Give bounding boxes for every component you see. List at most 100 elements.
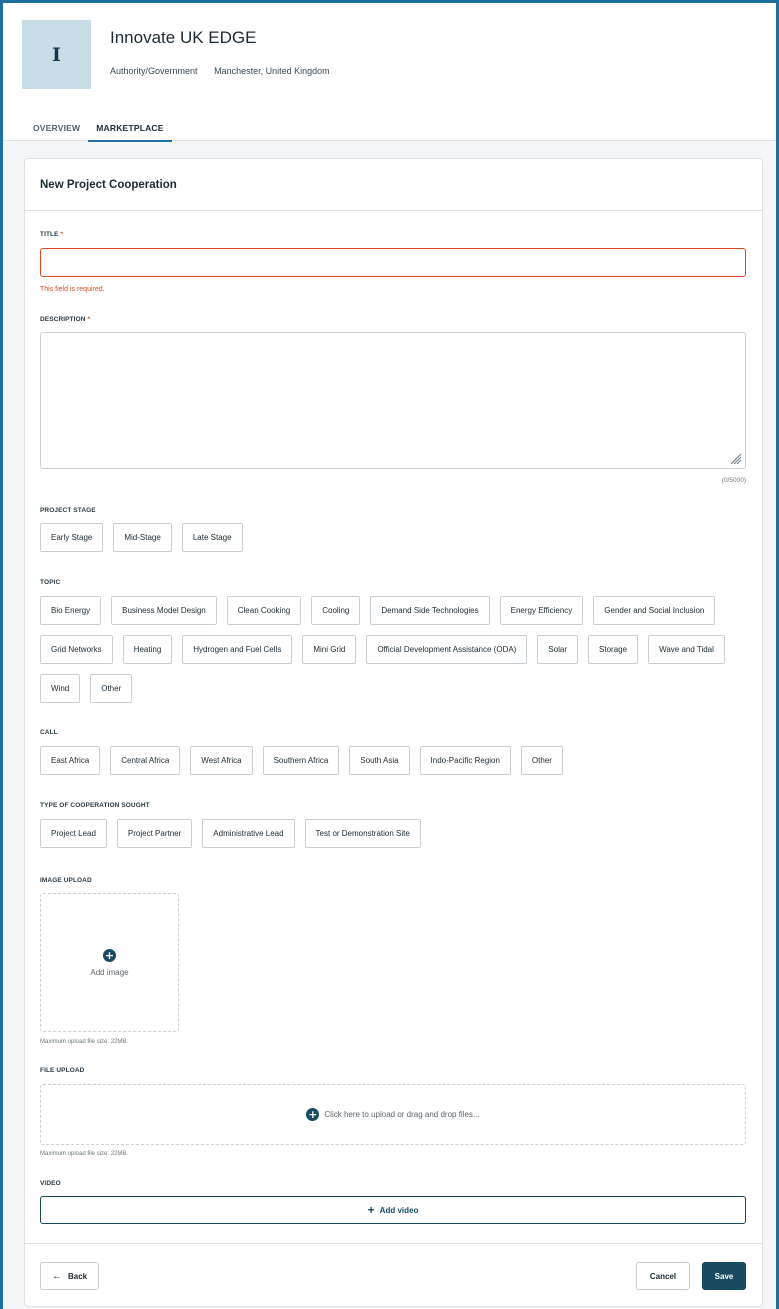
description-label-text: DESCRIPTION xyxy=(40,316,86,323)
description-textarea-wrap xyxy=(40,332,749,469)
call-chip[interactable]: Central Africa xyxy=(110,746,181,775)
cooperation-chip[interactable]: Administrative Lead xyxy=(202,819,295,848)
required-mark: * xyxy=(87,316,91,323)
cooperation-chip[interactable]: Project Lead xyxy=(40,819,107,848)
call-label: CALL xyxy=(40,729,58,736)
stage-chip[interactable]: Early Stage xyxy=(40,523,104,552)
topic-chip[interactable]: Wave and Tidal xyxy=(648,635,725,664)
topic-group: TOPIC xyxy=(40,579,749,586)
description-counter-wrap: (0/5000) xyxy=(40,477,749,484)
resize-grip-icon[interactable] xyxy=(730,453,742,465)
title-label-text: TITLE xyxy=(40,231,59,238)
topic-chip[interactable]: Bio Energy xyxy=(40,596,102,625)
stage-chip[interactable]: Late Stage xyxy=(181,523,243,552)
cooperation-chip[interactable]: Project Partner xyxy=(116,819,193,848)
title-input[interactable] xyxy=(40,248,746,277)
add-video-button[interactable]: + Add video xyxy=(40,1196,746,1224)
back-button-label: Back xyxy=(68,1271,88,1281)
file-upload-hint: Maximum upload file size: 22MB. xyxy=(40,1151,129,1157)
title-input-wrap xyxy=(40,248,749,277)
cooperation-chip[interactable]: Test or Demonstration Site xyxy=(304,819,421,848)
topic-chip[interactable]: Storage xyxy=(588,635,639,664)
topic-chip[interactable]: Demand Side Technologies xyxy=(370,596,490,625)
file-upload-wrap: + Click here to upload or drag and drop … xyxy=(40,1084,749,1145)
required-mark: * xyxy=(60,231,64,238)
organization-name: Innovate UK EDGE xyxy=(110,28,257,47)
organization-header: I Innovate UK EDGE Authority/Government … xyxy=(3,3,776,142)
title-field-group: TITLE * xyxy=(40,231,749,238)
save-button[interactable]: Save xyxy=(702,1262,746,1290)
topic-chip[interactable]: Solar xyxy=(537,635,579,664)
image-hint-wrap: Maximum upload file size: 22MB. xyxy=(40,1039,749,1045)
title-label: TITLE * xyxy=(40,231,749,238)
video-group: VIDEO xyxy=(40,1180,749,1187)
stage-chip[interactable]: Mid-Stage xyxy=(113,523,172,552)
cancel-button[interactable]: Cancel xyxy=(636,1262,690,1290)
file-upload-dropzone[interactable]: + Click here to upload or drag and drop … xyxy=(40,1084,746,1145)
organization-meta: Authority/Government Manchester, United … xyxy=(110,66,344,76)
file-hint-wrap: Maximum upload file size: 22MB. xyxy=(40,1151,749,1157)
topic-chip[interactable]: Clean Cooking xyxy=(226,596,302,625)
form-title: New Project Cooperation xyxy=(25,159,762,211)
topic-chip[interactable]: Energy Efficiency xyxy=(499,596,584,625)
image-upload-label: IMAGE UPLOAD xyxy=(40,877,92,884)
topic-chip[interactable]: Wind xyxy=(40,674,81,703)
cooperation-type-chips: Project Lead Project Partner Administrat… xyxy=(40,819,749,848)
project-stage-group: PROJECT STAGE xyxy=(40,507,749,514)
plus-icon: + xyxy=(367,1203,375,1217)
topic-chip[interactable]: Heating xyxy=(122,635,173,664)
organization-location: Manchester, United Kingdom xyxy=(214,66,330,76)
description-label: DESCRIPTION * xyxy=(40,316,749,323)
call-chip[interactable]: Southern Africa xyxy=(262,746,340,775)
description-char-counter: (0/5000) xyxy=(721,477,746,484)
plus-circle-icon: + xyxy=(306,1108,320,1121)
topic-chips: Bio Energy Business Model Design Clean C… xyxy=(40,596,749,703)
call-group: CALL xyxy=(40,729,749,736)
title-error-message: This field is required. xyxy=(40,286,105,293)
topic-chip[interactable]: Business Model Design xyxy=(111,596,217,625)
app-frame: I Innovate UK EDGE Authority/Government … xyxy=(3,3,776,1309)
video-label: VIDEO xyxy=(40,1180,61,1187)
call-chip[interactable]: East Africa xyxy=(40,746,101,775)
call-chip[interactable]: South Asia xyxy=(349,746,410,775)
image-upload-wrap: + Add image xyxy=(40,893,749,1032)
call-chip[interactable]: Indo-Pacific Region xyxy=(419,746,511,775)
plus-circle-icon: + xyxy=(103,948,116,962)
topic-chip[interactable]: Grid Networks xyxy=(40,635,113,664)
call-chip[interactable]: West Africa xyxy=(190,746,253,775)
file-upload-group: FILE UPLOAD xyxy=(40,1067,749,1074)
organization-category: Authority/Government xyxy=(110,66,198,76)
organization-avatar: I xyxy=(22,20,91,89)
topic-chip[interactable]: Mini Grid xyxy=(302,635,357,664)
back-button[interactable]: ← Back xyxy=(40,1262,100,1290)
arrow-left-icon: ← xyxy=(52,1270,62,1282)
image-upload-hint: Maximum upload file size: 22MB. xyxy=(40,1039,129,1045)
cooperation-type-label: TYPE OF COOPERATION SOUGHT xyxy=(40,802,150,809)
cooperation-type-group: TYPE OF COOPERATION SOUGHT xyxy=(40,802,749,809)
tab-bar: OVERVIEW MARKETPLACE xyxy=(25,117,172,142)
project-stage-label: PROJECT STAGE xyxy=(40,507,96,514)
tab-marketplace[interactable]: MARKETPLACE xyxy=(88,117,172,142)
file-upload-text: Click here to upload or drag and drop fi… xyxy=(324,1110,480,1119)
project-stage-chips: Early Stage Mid-Stage Late Stage xyxy=(40,523,749,552)
form-footer: ← Back Cancel Save xyxy=(25,1243,762,1307)
description-field-group: DESCRIPTION * xyxy=(40,316,749,323)
video-button-wrap: + Add video xyxy=(40,1196,749,1224)
title-error-wrap: This field is required. xyxy=(40,286,749,293)
tab-overview[interactable]: OVERVIEW xyxy=(25,117,88,142)
call-chips: East Africa Central Africa West Africa S… xyxy=(40,746,749,775)
add-video-label: Add video xyxy=(379,1205,419,1215)
image-upload-group: IMAGE UPLOAD xyxy=(40,877,749,884)
topic-label: TOPIC xyxy=(40,579,61,586)
description-textarea[interactable] xyxy=(40,332,746,469)
image-upload-dropzone[interactable]: + Add image xyxy=(40,893,179,1032)
topic-chip[interactable]: Hydrogen and Fuel Cells xyxy=(182,635,293,664)
new-project-form-card: New Project Cooperation TITLE * This fie… xyxy=(24,158,763,1307)
topic-chip[interactable]: Gender and Social Inclusion xyxy=(593,596,716,625)
topic-chip[interactable]: Cooling xyxy=(311,596,361,625)
add-image-label: Add image xyxy=(90,967,129,977)
call-chip[interactable]: Other xyxy=(520,746,563,775)
file-upload-label: FILE UPLOAD xyxy=(40,1067,85,1074)
topic-chip[interactable]: Other xyxy=(90,674,133,703)
topic-chip[interactable]: Official Development Assistance (ODA) xyxy=(366,635,528,664)
